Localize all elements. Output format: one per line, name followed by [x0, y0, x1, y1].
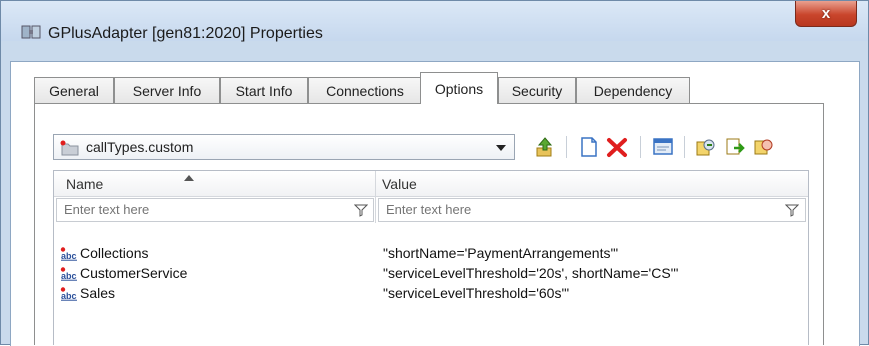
- table-row[interactable]: abc CustomerService "serviceLevelThresho…: [60, 264, 800, 284]
- value-filter-input[interactable]: [384, 201, 648, 218]
- export-icon[interactable]: [724, 136, 746, 158]
- column-divider[interactable]: [375, 171, 376, 223]
- tab-general[interactable]: General: [34, 77, 114, 103]
- window-title: GPlusAdapter [gen81:2020] Properties: [48, 25, 323, 42]
- filter-icon[interactable]: [785, 203, 799, 217]
- import-icon[interactable]: [694, 136, 716, 158]
- delete-icon[interactable]: [606, 136, 628, 158]
- tab-options[interactable]: Options: [420, 72, 498, 104]
- tab-start-info[interactable]: Start Info: [220, 77, 308, 103]
- section-selector[interactable]: callTypes.custom: [53, 134, 515, 160]
- option-name: Sales: [80, 285, 116, 301]
- title-bar[interactable]: GPlusAdapter [gen81:2020] Properties x: [1, 1, 868, 42]
- properties-icon[interactable]: [652, 136, 674, 158]
- filter-icon[interactable]: [354, 203, 368, 217]
- grid-header: Name Value: [54, 171, 808, 197]
- copy-icon[interactable]: [752, 136, 774, 158]
- tab-security[interactable]: Security: [498, 77, 576, 103]
- folder-icon: [60, 140, 79, 156]
- svg-text:abc: abc: [61, 291, 77, 301]
- svg-text:abc: abc: [61, 271, 77, 281]
- sort-ascending-icon: [184, 175, 194, 181]
- option-value: "serviceLevelThreshold='60s'": [383, 285, 570, 301]
- option-name: CustomerService: [80, 265, 188, 281]
- option-value: "serviceLevelThreshold='20s', shortName=…: [383, 265, 679, 281]
- chevron-down-icon[interactable]: [496, 145, 506, 151]
- string-value-icon: abc: [60, 287, 77, 301]
- option-value: "shortName='PaymentArrangements'": [383, 245, 619, 261]
- toolbar-separator: [566, 136, 567, 158]
- name-filter-field[interactable]: [56, 198, 374, 222]
- tab-dependency[interactable]: Dependency: [576, 77, 690, 103]
- application-icon: [21, 25, 41, 39]
- column-header-value[interactable]: Value: [382, 176, 417, 192]
- table-row[interactable]: abc Sales "serviceLevelThreshold='60s'": [60, 284, 800, 304]
- new-icon[interactable]: [578, 136, 600, 158]
- tab-connections[interactable]: Connections: [308, 77, 422, 103]
- toolbar-separator: [684, 136, 685, 158]
- column-header-name[interactable]: Name: [66, 176, 103, 192]
- up-level-icon[interactable]: [534, 136, 556, 158]
- option-name: Collections: [80, 245, 149, 261]
- close-button[interactable]: x: [795, 1, 857, 27]
- string-value-icon: abc: [60, 247, 77, 261]
- svg-text:abc: abc: [61, 251, 77, 261]
- table-row[interactable]: abc Collections "shortName='PaymentArran…: [60, 244, 800, 264]
- section-selector-value: callTypes.custom: [86, 139, 194, 155]
- toolbar-separator: [640, 136, 641, 158]
- close-icon: x: [821, 5, 831, 22]
- value-filter-field[interactable]: [378, 198, 806, 222]
- name-filter-input[interactable]: [62, 201, 326, 218]
- tab-server-info[interactable]: Server Info: [114, 77, 220, 103]
- string-value-icon: abc: [60, 267, 77, 281]
